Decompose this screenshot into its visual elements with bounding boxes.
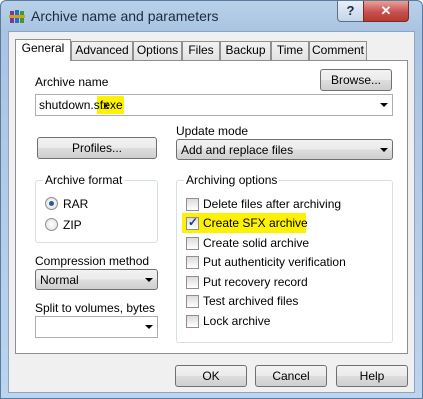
tab-comment[interactable]: Comment [309,41,367,60]
tab-advanced[interactable]: Advanced [71,41,133,60]
tab-backup[interactable]: Backup [220,41,271,60]
create-sfx-label[interactable]: Create SFX archive [203,216,308,230]
compression-method-value: Normal [40,273,79,287]
chevron-down-icon[interactable] [380,103,388,107]
zip-radio[interactable] [45,218,58,231]
archive-name-value-ext: .exe [100,98,123,112]
lock-archive-checkbox[interactable] [186,315,199,328]
split-volumes-input[interactable] [35,316,158,338]
update-mode-label: Update mode [176,124,249,138]
chevron-down-icon[interactable] [145,325,153,329]
archive-name-value-base: shutdown.sfx [39,98,110,112]
title-bar[interactable]: Archive name and parameters ? ✕ [1,1,422,31]
chevron-down-icon [380,148,388,152]
cancel-button[interactable]: Cancel [255,365,327,387]
create-sfx-checkbox[interactable]: ✓ [186,215,199,230]
recovery-record-checkbox[interactable] [186,276,199,289]
window-title: Archive name and parameters [31,8,219,24]
compression-method-label: Compression method [35,254,150,268]
profiles-button[interactable]: Profiles... [37,137,157,159]
tab-files[interactable]: Files [182,41,220,60]
dialog-window: Archive name and parameters ? ✕ General … [0,0,423,399]
tab-options[interactable]: Options [133,41,182,60]
archive-name-label: Archive name [35,75,109,89]
zip-label[interactable]: ZIP [63,218,82,232]
recovery-record-label[interactable]: Put recovery record [203,275,308,289]
delete-files-checkbox[interactable] [186,198,199,211]
compression-method-select[interactable]: Normal [35,269,158,290]
rar-radio[interactable] [45,197,58,210]
tab-time[interactable]: Time [271,41,309,60]
general-panel: Archive name Browse... shutdown.sfx .exe… [15,60,408,354]
archive-name-input[interactable]: shutdown.sfx .exe [35,94,393,116]
update-mode-select[interactable]: Add and replace files [176,139,393,160]
tab-general[interactable]: General [15,39,71,61]
ok-button[interactable]: OK [175,365,247,387]
close-button[interactable]: ✕ [363,1,409,22]
lock-archive-label[interactable]: Lock archive [203,314,270,328]
delete-files-label[interactable]: Delete files after archiving [203,197,341,211]
authenticity-checkbox[interactable] [186,256,199,269]
test-archived-label[interactable]: Test archived files [203,294,298,308]
create-solid-label[interactable]: Create solid archive [203,236,309,250]
authenticity-label[interactable]: Put authenticity verification [203,255,346,269]
archiving-options-title: Archiving options [184,173,280,187]
help-button[interactable]: Help [336,365,408,387]
create-solid-checkbox[interactable] [186,237,199,250]
checkmark-icon: ✓ [188,215,199,229]
browse-button[interactable]: Browse... [320,69,392,91]
test-archived-checkbox[interactable] [186,295,199,308]
dialog-client: General Advanced Options Files Backup Ti… [8,31,415,393]
chevron-down-icon [145,278,153,282]
update-mode-value: Add and replace files [181,143,294,157]
title-help-button[interactable]: ? [337,1,364,22]
rar-label[interactable]: RAR [63,197,88,211]
winrar-books-icon [9,10,25,23]
archive-format-group: Archive format [35,173,158,243]
split-volumes-label: Split to volumes, bytes [35,301,156,315]
archive-format-title: Archive format [43,173,125,187]
